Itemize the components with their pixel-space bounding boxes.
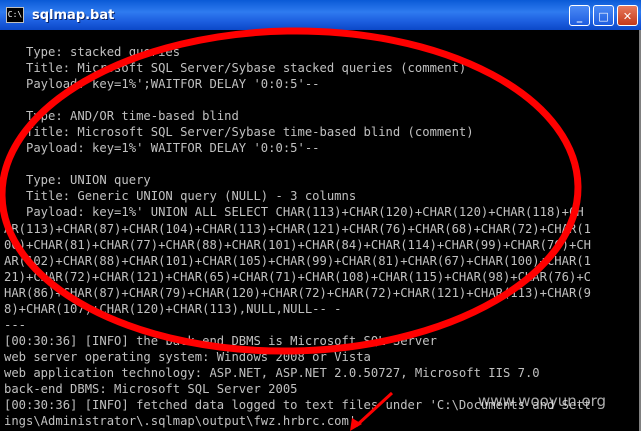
annotation-arrow-shaft <box>354 391 394 428</box>
annotation-arrow-head <box>350 418 362 431</box>
watermark: www.wooyun.org <box>478 392 607 410</box>
annotation-overlay <box>0 27 582 431</box>
annotation-ellipse <box>0 27 582 355</box>
